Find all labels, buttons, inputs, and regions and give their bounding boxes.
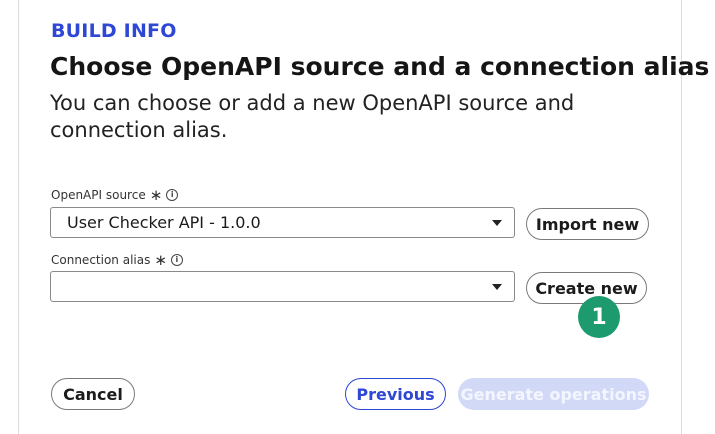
info-icon[interactable]: i [170,254,183,266]
openapi-source-label-row: OpenAPI source ∗ i [51,186,179,204]
page-description: You can choose or add a new OpenAPI sour… [50,91,575,142]
connection-alias-label: Connection alias [51,253,151,267]
cancel-button[interactable]: Cancel [51,378,135,410]
required-asterisk-icon: ∗ [154,251,167,269]
import-new-button[interactable]: Import new [526,208,649,240]
page-title: Choose OpenAPI source and a connection a… [50,52,710,81]
connection-alias-label-row: Connection alias ∗ i [51,251,183,269]
previous-button[interactable]: Previous [345,378,446,410]
required-asterisk-icon: ∗ [149,186,163,204]
openapi-source-label: OpenAPI source [51,188,146,202]
openapi-source-select[interactable]: User Checker API - 1.0.0 [50,207,515,238]
chevron-down-icon [492,284,502,290]
info-icon[interactable]: i [166,189,179,201]
chevron-down-icon [492,220,502,226]
generate-operations-button[interactable]: Generate operations [458,378,649,410]
section-eyebrow: BUILD INFO [51,20,177,42]
openapi-source-value: User Checker API - 1.0.0 [67,213,261,232]
connection-alias-select[interactable] [50,271,515,302]
step-badge: 1 [578,296,620,338]
